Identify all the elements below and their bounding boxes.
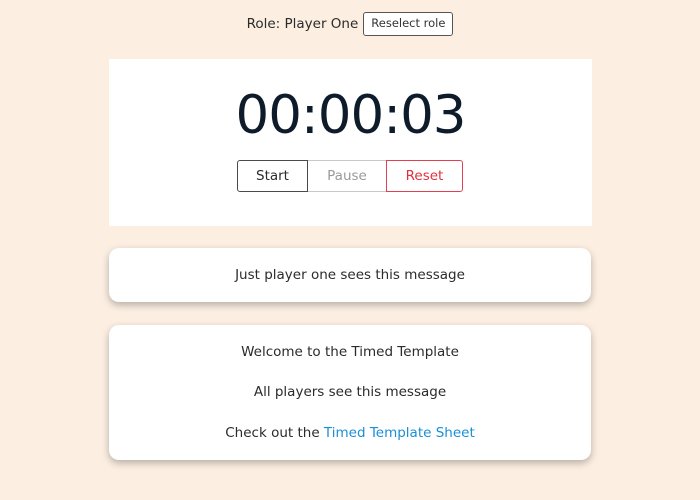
reselect-role-button[interactable]: Reselect role <box>363 12 454 36</box>
welcome-message: Welcome to the Timed Template <box>241 344 459 360</box>
all-players-message-card: Welcome to the Timed Template All player… <box>109 325 591 460</box>
reset-button[interactable]: Reset <box>386 160 463 192</box>
check-out-message: Check out the Timed Template Sheet <box>109 425 591 441</box>
role-bar: Role: Player One Reselect role <box>0 12 700 36</box>
player-one-message-card: Just player one sees this message <box>109 248 591 302</box>
check-out-prefix: Check out the <box>225 425 324 441</box>
pause-button[interactable]: Pause <box>308 160 386 192</box>
role-label: Role: Player One <box>246 15 359 32</box>
start-button[interactable]: Start <box>237 160 308 192</box>
timed-template-sheet-link[interactable]: Timed Template Sheet <box>324 425 475 441</box>
timer-controls: Start Pause Reset <box>237 160 463 192</box>
all-players-message: All players see this message <box>253 384 447 400</box>
timer-panel: 00:00:03 Start Pause Reset <box>109 59 592 226</box>
timer-display: 00:00:03 <box>235 85 466 146</box>
player-one-message: Just player one sees this message <box>235 267 465 283</box>
